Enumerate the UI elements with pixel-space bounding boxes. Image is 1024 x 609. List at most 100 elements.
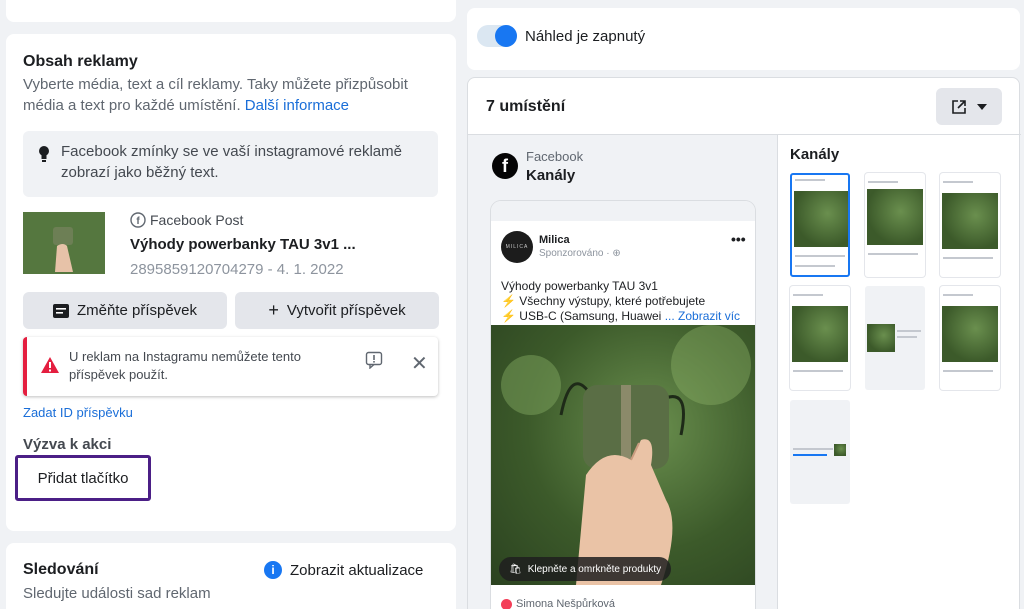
- globe-icon: ⊕: [612, 248, 621, 259]
- thumb-line: [795, 179, 825, 181]
- post-title: Výhody powerbanky TAU 3v1 ...: [130, 236, 356, 253]
- post-line-2: Všechny výstupy, které potřebujete: [519, 294, 706, 308]
- post-line-1: Výhody powerbanky TAU 3v1: [501, 279, 658, 293]
- placements-card: 7 umístění f Facebook Kanály MILICA Mili…: [467, 77, 1021, 609]
- thumb-image: [942, 306, 998, 362]
- phone-topbar: [491, 201, 755, 221]
- more-options-icon[interactable]: •••: [731, 231, 746, 247]
- thumb-line: [793, 294, 823, 296]
- change-post-button[interactable]: Změňte příspěvek: [23, 292, 227, 329]
- placement-thumb-business-explore[interactable]: [940, 286, 1000, 390]
- lightning-icon: ⚡: [501, 309, 516, 323]
- post-source-label: Facebook Post: [150, 212, 244, 228]
- divider: [777, 135, 778, 609]
- external-link-icon: [952, 99, 966, 114]
- toggle-knob: [495, 25, 517, 47]
- post-id-date: 2895859120704279 - 4. 1. 2022: [130, 261, 344, 278]
- tracking-description: Sledujte události sad reklam: [23, 585, 211, 602]
- create-post-button[interactable]: + Vytvořit příspěvek: [235, 292, 439, 329]
- thumb-image: [867, 324, 895, 352]
- placement-thumb-marketplace[interactable]: [940, 173, 1000, 277]
- shopping-bag-icon: 🛍: [509, 563, 522, 575]
- facebook-icon: f: [130, 212, 146, 228]
- placements-title: 7 umístění: [486, 98, 566, 115]
- sponsored-label: Sponzorováno · ⊕: [539, 248, 621, 259]
- preview-toggle-card: Náhled je zapnutý: [467, 8, 1020, 70]
- placement-thumb-instagram-feed[interactable]: [865, 173, 925, 277]
- thumb-line: [943, 294, 973, 296]
- channels-title: Kanály: [790, 146, 840, 163]
- show-updates-button[interactable]: i Zobrazit aktualizace: [264, 561, 423, 579]
- previous-section-card: [6, 0, 456, 22]
- caret-down-icon: [977, 103, 987, 110]
- instagram-warning-alert: U reklam na Instagramu nemůžete tento př…: [23, 337, 438, 396]
- preview-toggle-label: Náhled je zapnutý: [525, 28, 646, 45]
- post-source: f Facebook Post: [130, 212, 440, 228]
- cta-label: Výzva k akci: [23, 436, 112, 453]
- learn-more-link[interactable]: Další informace: [245, 97, 349, 114]
- thumb-image: [834, 444, 846, 456]
- thumb-line: [868, 253, 918, 255]
- post-line-3: USB-C (Samsung, Huawei: [519, 309, 662, 323]
- warning-icon: [41, 357, 59, 373]
- feedback-icon[interactable]: [365, 351, 383, 369]
- shop-products-pill[interactable]: 🛍 Klepněte a omrkněte produkty: [499, 557, 672, 581]
- change-post-label: Změňte příspěvek: [76, 302, 198, 319]
- thumb-line: [868, 181, 898, 183]
- heart-icon: [501, 598, 512, 609]
- preview-pane: f Facebook Kanály MILICA Milica Sponzoro…: [468, 135, 777, 609]
- thumb-image: [792, 306, 848, 362]
- tracking-title: Sledování: [23, 561, 99, 578]
- enter-post-id-link[interactable]: Zadat ID příspěvku: [23, 405, 133, 420]
- post-image: 🛍 Klepněte a omrkněte produkty: [491, 325, 755, 585]
- facebook-logo-icon: f: [492, 153, 518, 179]
- shop-pill-label: Klepněte a omrkněte produkty: [527, 563, 662, 575]
- post-line-3-row: ⚡ USB-C (Samsung, Huawei ... Zobrazit ví…: [501, 309, 746, 324]
- post-text: Výhody powerbanky TAU 3v1 ⚡ Všechny výst…: [501, 279, 746, 324]
- thumb-line: [795, 255, 845, 257]
- thumb-line: [793, 448, 833, 450]
- create-post-label: Vytvořit příspěvek: [286, 302, 406, 319]
- platform-header: f Facebook Kanály: [492, 149, 583, 184]
- section-description: Vyberte média, text a cíl reklamy. Taky …: [23, 74, 423, 116]
- placement-name: Kanály: [526, 167, 576, 184]
- placement-thumb-video-feeds[interactable]: [790, 286, 850, 390]
- thumb-line: [897, 330, 921, 332]
- thumb-line: [943, 370, 993, 372]
- liker-name: Simona Nešpůrková: [516, 598, 616, 609]
- lightbulb-icon: [39, 146, 49, 162]
- thumb-line: [793, 370, 843, 372]
- liker-row: Simona Nešpůrková: [501, 598, 615, 609]
- see-more-link[interactable]: ... Zobrazit víc: [665, 309, 740, 323]
- add-button[interactable]: Přidat tlačítko: [15, 455, 151, 501]
- thumb-line: [943, 181, 973, 183]
- plus-icon: +: [268, 300, 279, 320]
- placement-thumb-feed[interactable]: [790, 173, 850, 277]
- ad-content-card: Obsah reklamy Vyberte média, text a cíl …: [6, 34, 456, 531]
- post-line-2-row: ⚡ Všechny výstupy, které potřebujete: [501, 294, 746, 309]
- close-icon[interactable]: ✕: [411, 351, 428, 376]
- powerbank-photo: [23, 212, 105, 274]
- preview-toggle[interactable]: [477, 25, 517, 47]
- info-icon: i: [264, 561, 282, 579]
- thumb-image: [942, 193, 998, 249]
- export-menu-button[interactable]: [936, 88, 1002, 125]
- placement-thumb-search[interactable]: [790, 400, 850, 504]
- thumb-line: [897, 336, 917, 338]
- post-icon: [52, 303, 69, 318]
- description-text: Vyberte média, text a cíl reklamy. Taky …: [23, 76, 408, 114]
- thumb-image: [867, 189, 923, 245]
- sponsored-text: Sponzorováno ·: [539, 248, 613, 259]
- section-title: Obsah reklamy: [23, 53, 138, 70]
- lightning-icon: ⚡: [501, 294, 516, 308]
- thumb-line: [793, 454, 827, 456]
- thumb-image: [794, 191, 848, 247]
- info-box: Facebook zmínky se ve vaší instagramové …: [23, 131, 438, 197]
- tracking-card: Sledování Sledujte události sad reklam i…: [6, 543, 456, 609]
- info-text: Facebook zmínky se ve vaší instagramové …: [61, 143, 402, 181]
- platform-name: Facebook: [526, 149, 584, 164]
- post-meta: f Facebook Post Výhody powerbanky TAU 3v…: [130, 212, 440, 278]
- page-name: Milica: [539, 234, 570, 246]
- placement-thumb-right-column[interactable]: [865, 286, 925, 390]
- page-avatar: MILICA: [501, 231, 533, 263]
